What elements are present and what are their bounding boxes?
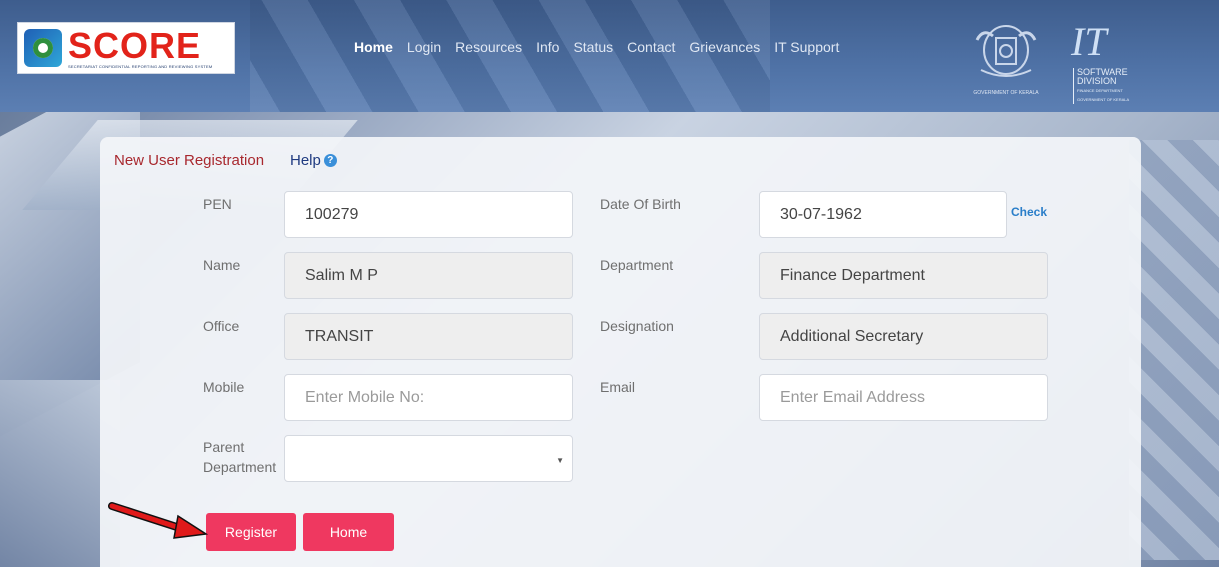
name-field: Salim M P [284, 252, 573, 299]
it-logo-text: SOFTWARE DIVISION FINANCE DEPARTMENT GOV… [1073, 68, 1129, 104]
nav-contact[interactable]: Contact [627, 38, 675, 56]
it-logo-line3: FINANCE DEPARTMENT [1077, 88, 1123, 93]
government-emblem: GOVERNMENT OF KERALA [963, 20, 1049, 96]
site-header: SCORE SECRETARIAT CONFIDENTIAL REPORTING… [0, 0, 1219, 112]
parent-department-label-line1: Parent [203, 439, 245, 455]
help-link[interactable]: Help ? [290, 152, 337, 169]
nav-grievances[interactable]: Grievances [689, 38, 760, 56]
pen-input[interactable]: 100279 [284, 191, 573, 238]
red-arrow-annotation [108, 502, 208, 539]
background-decoration [1129, 140, 1219, 560]
check-link[interactable]: Check [1011, 205, 1047, 219]
department-label: Department [600, 257, 674, 273]
page-title: New User Registration [114, 152, 265, 169]
mobile-label: Mobile [203, 379, 245, 395]
department-field: Finance Department [759, 252, 1048, 299]
logo-subtitle: SECRETARIAT CONFIDENTIAL REPORTING AND R… [68, 63, 213, 69]
dob-label: Date Of Birth [600, 196, 681, 212]
main-nav: Home Login Resources Info Status Contact… [354, 38, 853, 56]
nav-login[interactable]: Login [407, 38, 441, 56]
name-label: Name [203, 257, 241, 273]
emblem-caption: GOVERNMENT OF KERALA [973, 90, 1039, 96]
designation-field: Additional Secretary [759, 313, 1048, 360]
nav-info[interactable]: Info [536, 38, 559, 56]
score-logo[interactable]: SCORE SECRETARIAT CONFIDENTIAL REPORTING… [17, 22, 235, 74]
office-label: Office [203, 318, 240, 334]
email-label: Email [600, 379, 636, 395]
help-label: Help [290, 152, 321, 169]
pen-label: PEN [203, 196, 232, 212]
score-logo-icon [24, 29, 62, 67]
it-logo-line4: GOVERNMENT OF KERALA [1077, 97, 1130, 102]
it-logo-line2: DIVISION [1077, 76, 1117, 86]
nav-it-support[interactable]: IT Support [774, 38, 839, 56]
register-button[interactable]: Register [206, 513, 296, 551]
mobile-input[interactable]: Enter Mobile No: [284, 374, 573, 421]
nav-resources[interactable]: Resources [455, 38, 522, 56]
parent-department-select[interactable]: ▼ [284, 435, 573, 482]
emblem-icon [975, 25, 1037, 77]
parent-department-label: Parent Department [203, 437, 276, 477]
parent-department-label-line2: Department [203, 459, 277, 475]
it-logo-letters: IT [1071, 19, 1107, 64]
question-icon: ? [323, 154, 337, 167]
logo-title: SCORE [68, 24, 202, 66]
nav-home[interactable]: Home [354, 38, 393, 56]
designation-label: Designation [600, 318, 674, 334]
nav-status[interactable]: Status [573, 38, 613, 56]
dob-input[interactable]: 30-07-1962 [759, 191, 1007, 238]
email-input[interactable]: Enter Email Address [759, 374, 1048, 421]
it-division-logo: IT SOFTWARE DIVISION FINANCE DEPARTMENT … [1063, 18, 1139, 104]
office-field: TRANSIT [284, 313, 573, 360]
home-button[interactable]: Home [303, 513, 394, 551]
chevron-down-icon: ▼ [556, 456, 564, 465]
registration-panel: New User Registration Help ? PEN 100279 … [100, 137, 1141, 567]
